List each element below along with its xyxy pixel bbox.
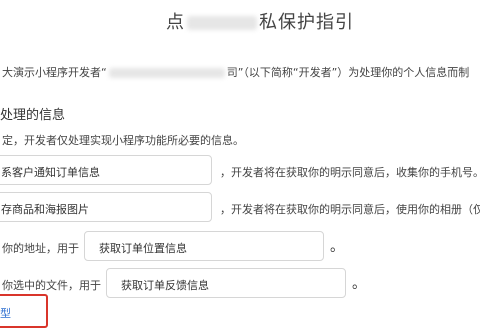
- purpose-input-phone[interactable]: 系客户通知订单信息: [0, 155, 212, 185]
- purpose-input-file[interactable]: 获取订单反馈信息: [106, 268, 346, 298]
- redacted-title: [187, 16, 257, 30]
- intro-suffix: 司”（以下简称“开发者”）为处理你的个人信息而制: [226, 66, 470, 79]
- title-suffix: 私保护指引: [259, 12, 354, 33]
- section-heading: 处理的信息: [0, 108, 66, 123]
- footer-link[interactable]: 型: [0, 305, 11, 321]
- redacted-developer-name: [108, 68, 225, 78]
- purpose-input-album[interactable]: 存商品和海报图片: [0, 192, 212, 222]
- intro-text: 大演示小程序开发者“ 司”（以下简称“开发者”）为处理你的个人信息而制: [2, 64, 469, 80]
- page-title: 点 私保护指引: [166, 8, 354, 34]
- address-period: 。: [330, 239, 344, 255]
- file-period: 。: [352, 276, 366, 292]
- section-note: 定，开发者仅处理实现小程序功能所必要的信息。: [2, 134, 244, 147]
- purpose-album-description: ，开发者将在获取你的明示同意后，使用你的相册（仅: [220, 203, 480, 216]
- address-label: 你的地址，用于: [2, 242, 79, 255]
- title-prefix: 点: [166, 12, 185, 33]
- purpose-phone-description: ，开发者将在获取你的明示同意后，收集你的手机号。: [220, 166, 480, 179]
- file-label: 你选中的文件，用于: [2, 279, 101, 292]
- intro-prefix: 大演示小程序开发者“: [2, 66, 107, 79]
- purpose-input-address[interactable]: 获取订单位置信息: [84, 231, 324, 261]
